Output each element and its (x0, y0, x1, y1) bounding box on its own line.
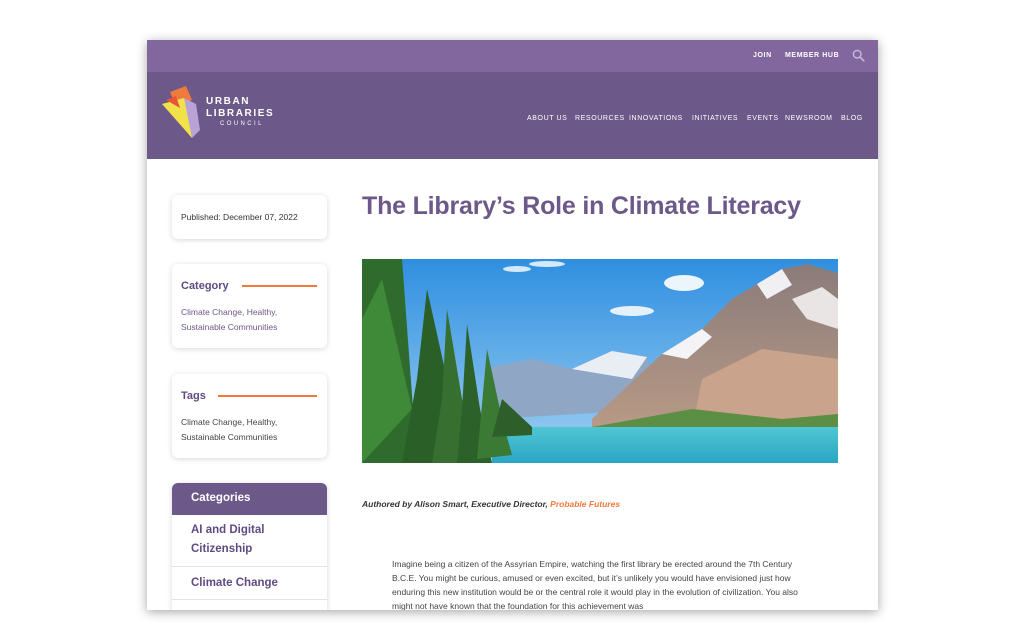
urban-libraries-council-logo[interactable]: URBAN LIBRARIES COUNCIL (162, 86, 282, 146)
nav-resources[interactable]: RESOURCES (575, 115, 625, 122)
join-link[interactable]: JOIN (753, 52, 772, 59)
nav-blog[interactable]: BLOG (841, 115, 863, 122)
logo-text-line: URBAN (206, 96, 251, 107)
search-icon[interactable] (852, 49, 865, 62)
tags-heading: Tags (181, 390, 206, 402)
tags-card: Tags Climate Change, Healthy, Sustainabl… (172, 374, 327, 458)
category-link-healthy[interactable]: Healthy (247, 307, 275, 317)
categories-heading: Categories (172, 483, 327, 515)
categories-item-climate-change[interactable]: Climate Change (172, 567, 327, 600)
published-date: Published: December 07, 2022 (181, 212, 298, 222)
logo-text-line: COUNCIL (220, 121, 264, 127)
mountain-lake-image (362, 259, 838, 463)
nav-events[interactable]: EVENTS (747, 115, 779, 122)
byline-text: Authored by Alison Smart, Executive Dire… (362, 499, 551, 509)
categories-item-ai-digital-citizenship[interactable]: AI and Digital Citizenship (172, 515, 327, 567)
tags-text-line: Climate Change, Healthy, (181, 417, 278, 427)
published-card: Published: December 07, 2022 (172, 195, 327, 239)
site-header: URBAN LIBRARIES COUNCIL ABOUT US RESOURC… (147, 72, 878, 159)
nav-initiatives[interactable]: INITIATIVES (692, 115, 738, 122)
category-link-climate-change[interactable]: Climate Change (181, 307, 242, 317)
categories-item-label: AI and Digital Citizenship (191, 524, 265, 555)
categories-item-label: Climate Change (191, 577, 278, 589)
hero-image (362, 259, 838, 463)
category-card: Category Climate Change, Healthy, Sustai… (172, 264, 327, 348)
logo-wordmark: URBAN LIBRARIES COUNCIL (206, 96, 274, 129)
article-body-paragraph: Imagine being a citizen of the Assyrian … (392, 559, 798, 610)
nav-innovations[interactable]: INNOVATIONS (629, 115, 683, 122)
logo-mark-icon (162, 86, 200, 138)
nav-about-us[interactable]: ABOUT US (527, 115, 567, 122)
tags-text-line: Sustainable Communities (181, 432, 278, 442)
browser-page: JOIN MEMBER HUB URBAN LIBRARIES COUNCIL (147, 40, 878, 610)
category-divider (242, 285, 317, 287)
utility-bar: JOIN MEMBER HUB (147, 40, 878, 72)
member-hub-link[interactable]: MEMBER HUB (785, 52, 839, 59)
article-title: The Library’s Role in Climate Literacy (362, 192, 801, 220)
category-links: Climate Change, Healthy, Sustainable Com… (181, 307, 278, 332)
nav-newsroom[interactable]: NEWSROOM (785, 115, 833, 122)
article-byline: Authored by Alison Smart, Executive Dire… (362, 499, 620, 509)
category-heading: Category (181, 280, 229, 292)
tags-list: Climate Change, Healthy, Sustainable Com… (181, 415, 321, 445)
categories-widget: Categories AI and Digital Citizenship Cl… (172, 483, 327, 610)
logo-text-line: LIBRARIES (206, 108, 275, 119)
category-link-sustainable-communities[interactable]: Sustainable Communities (181, 322, 277, 332)
tags-divider (218, 395, 317, 397)
probable-futures-link[interactable]: Probable Futures (550, 499, 620, 509)
